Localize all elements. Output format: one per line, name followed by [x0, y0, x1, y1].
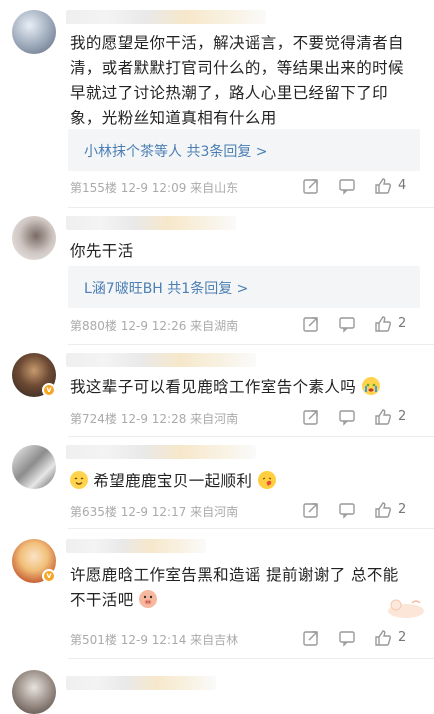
like-icon[interactable] — [374, 501, 392, 519]
comment-meta: 第724楼 12-9 12:28 来自河南 — [70, 412, 239, 426]
reply-box[interactable]: 小林抹个茶等人 共3条回复 > — [68, 129, 420, 171]
comment-text: 希望鹿鹿宝贝一起顺利 — [70, 469, 412, 494]
action-bar: 2 — [302, 315, 420, 335]
comment-item: 希望鹿鹿宝贝一起顺利 第635楼 12-9 12:17 来自河南 2 — [0, 437, 434, 529]
username-blurred[interactable] — [66, 10, 266, 24]
pig-emoji — [138, 590, 157, 608]
avatar[interactable] — [12, 10, 56, 54]
smile-emoji — [70, 471, 88, 489]
username-blurred[interactable] — [66, 216, 236, 230]
action-bar: 2 — [302, 501, 420, 521]
vip-badge-icon: v — [42, 383, 56, 397]
like-count: 2 — [398, 502, 407, 517]
comment-meta: 第155楼 12-9 12:09 来自山东 — [70, 181, 239, 195]
like-count: 4 — [398, 178, 407, 193]
comment-text-content: 希望鹿鹿宝贝一起顺利 — [93, 472, 253, 490]
comment-item: v 我这辈子可以看见鹿晗工作室告个素人吗 第724楼 12-9 12:28 来自… — [0, 345, 434, 437]
comment-text: 你先干活 — [70, 242, 134, 260]
decorative-sticker-icon — [388, 599, 424, 618]
reply-box[interactable]: L涵7啵旺BH 共1条回复 > — [68, 266, 420, 308]
like-count: 2 — [398, 630, 407, 645]
comment-icon[interactable] — [338, 177, 356, 195]
action-bar: 4 — [302, 177, 420, 197]
comment-item-partial — [0, 658, 434, 714]
like-count: 2 — [398, 316, 407, 331]
comment-icon[interactable] — [338, 501, 356, 519]
comment-icon[interactable] — [338, 629, 356, 647]
share-icon[interactable] — [302, 501, 320, 519]
comment-icon[interactable] — [338, 315, 356, 333]
username-blurred[interactable] — [66, 445, 256, 459]
username-blurred[interactable] — [66, 353, 256, 367]
avatar[interactable] — [12, 670, 56, 714]
kiss-emoji — [257, 471, 276, 489]
like-icon[interactable] — [374, 315, 392, 333]
cry-emoji — [361, 377, 380, 395]
divider — [68, 658, 434, 659]
comment-meta: 第635楼 12-9 12:17 来自河南 — [70, 505, 239, 519]
comment-meta: 第501楼 12-9 12:14 来自吉林 — [70, 633, 239, 647]
avatar[interactable] — [12, 445, 56, 489]
share-icon[interactable] — [302, 315, 320, 333]
reply-link[interactable]: 小林抹个茶等人 共3条回复 > — [84, 141, 268, 161]
comment-text-content: 我这辈子可以看见鹿晗工作室告个素人吗 — [70, 378, 357, 396]
vip-badge-icon: v — [42, 569, 56, 583]
share-icon[interactable] — [302, 177, 320, 195]
reply-link[interactable]: L涵7啵旺BH 共1条回复 > — [84, 278, 248, 298]
comment-item: v 许愿鹿晗工作室告黑和造谣 提前谢谢了 总不能不干活吧 第501楼 12-9 … — [0, 529, 434, 649]
like-icon[interactable] — [374, 408, 392, 426]
like-icon[interactable] — [374, 177, 392, 195]
username-blurred[interactable] — [66, 676, 216, 690]
comment-meta: 第880楼 12-9 12:26 来自湖南 — [70, 319, 239, 333]
comment-text: 我的愿望是你干活，解决谣言，不要觉得清者自清，或者默默打官司什么的，等结果出来的… — [70, 34, 404, 127]
comment-item: 我的愿望是你干活，解决谣言，不要觉得清者自清，或者默默打官司什么的，等结果出来的… — [0, 0, 434, 208]
share-icon[interactable] — [302, 408, 320, 426]
share-icon[interactable] — [302, 629, 320, 647]
comment-item: 你先干活 L涵7啵旺BH 共1条回复 > 第880楼 12-9 12:26 来自… — [0, 208, 434, 345]
username-blurred[interactable] — [66, 539, 206, 553]
comment-text: 我这辈子可以看见鹿晗工作室告个素人吗 — [70, 375, 412, 400]
like-count: 2 — [398, 409, 407, 424]
comment-text: 许愿鹿晗工作室告黑和造谣 提前谢谢了 总不能不干活吧 — [70, 563, 412, 613]
action-bar: 2 — [302, 629, 420, 649]
avatar[interactable] — [12, 216, 56, 260]
like-icon[interactable] — [374, 629, 392, 647]
action-bar: 2 — [302, 408, 420, 428]
comment-text-content: 许愿鹿晗工作室告黑和造谣 提前谢谢了 总不能不干活吧 — [70, 566, 399, 609]
comment-icon[interactable] — [338, 408, 356, 426]
